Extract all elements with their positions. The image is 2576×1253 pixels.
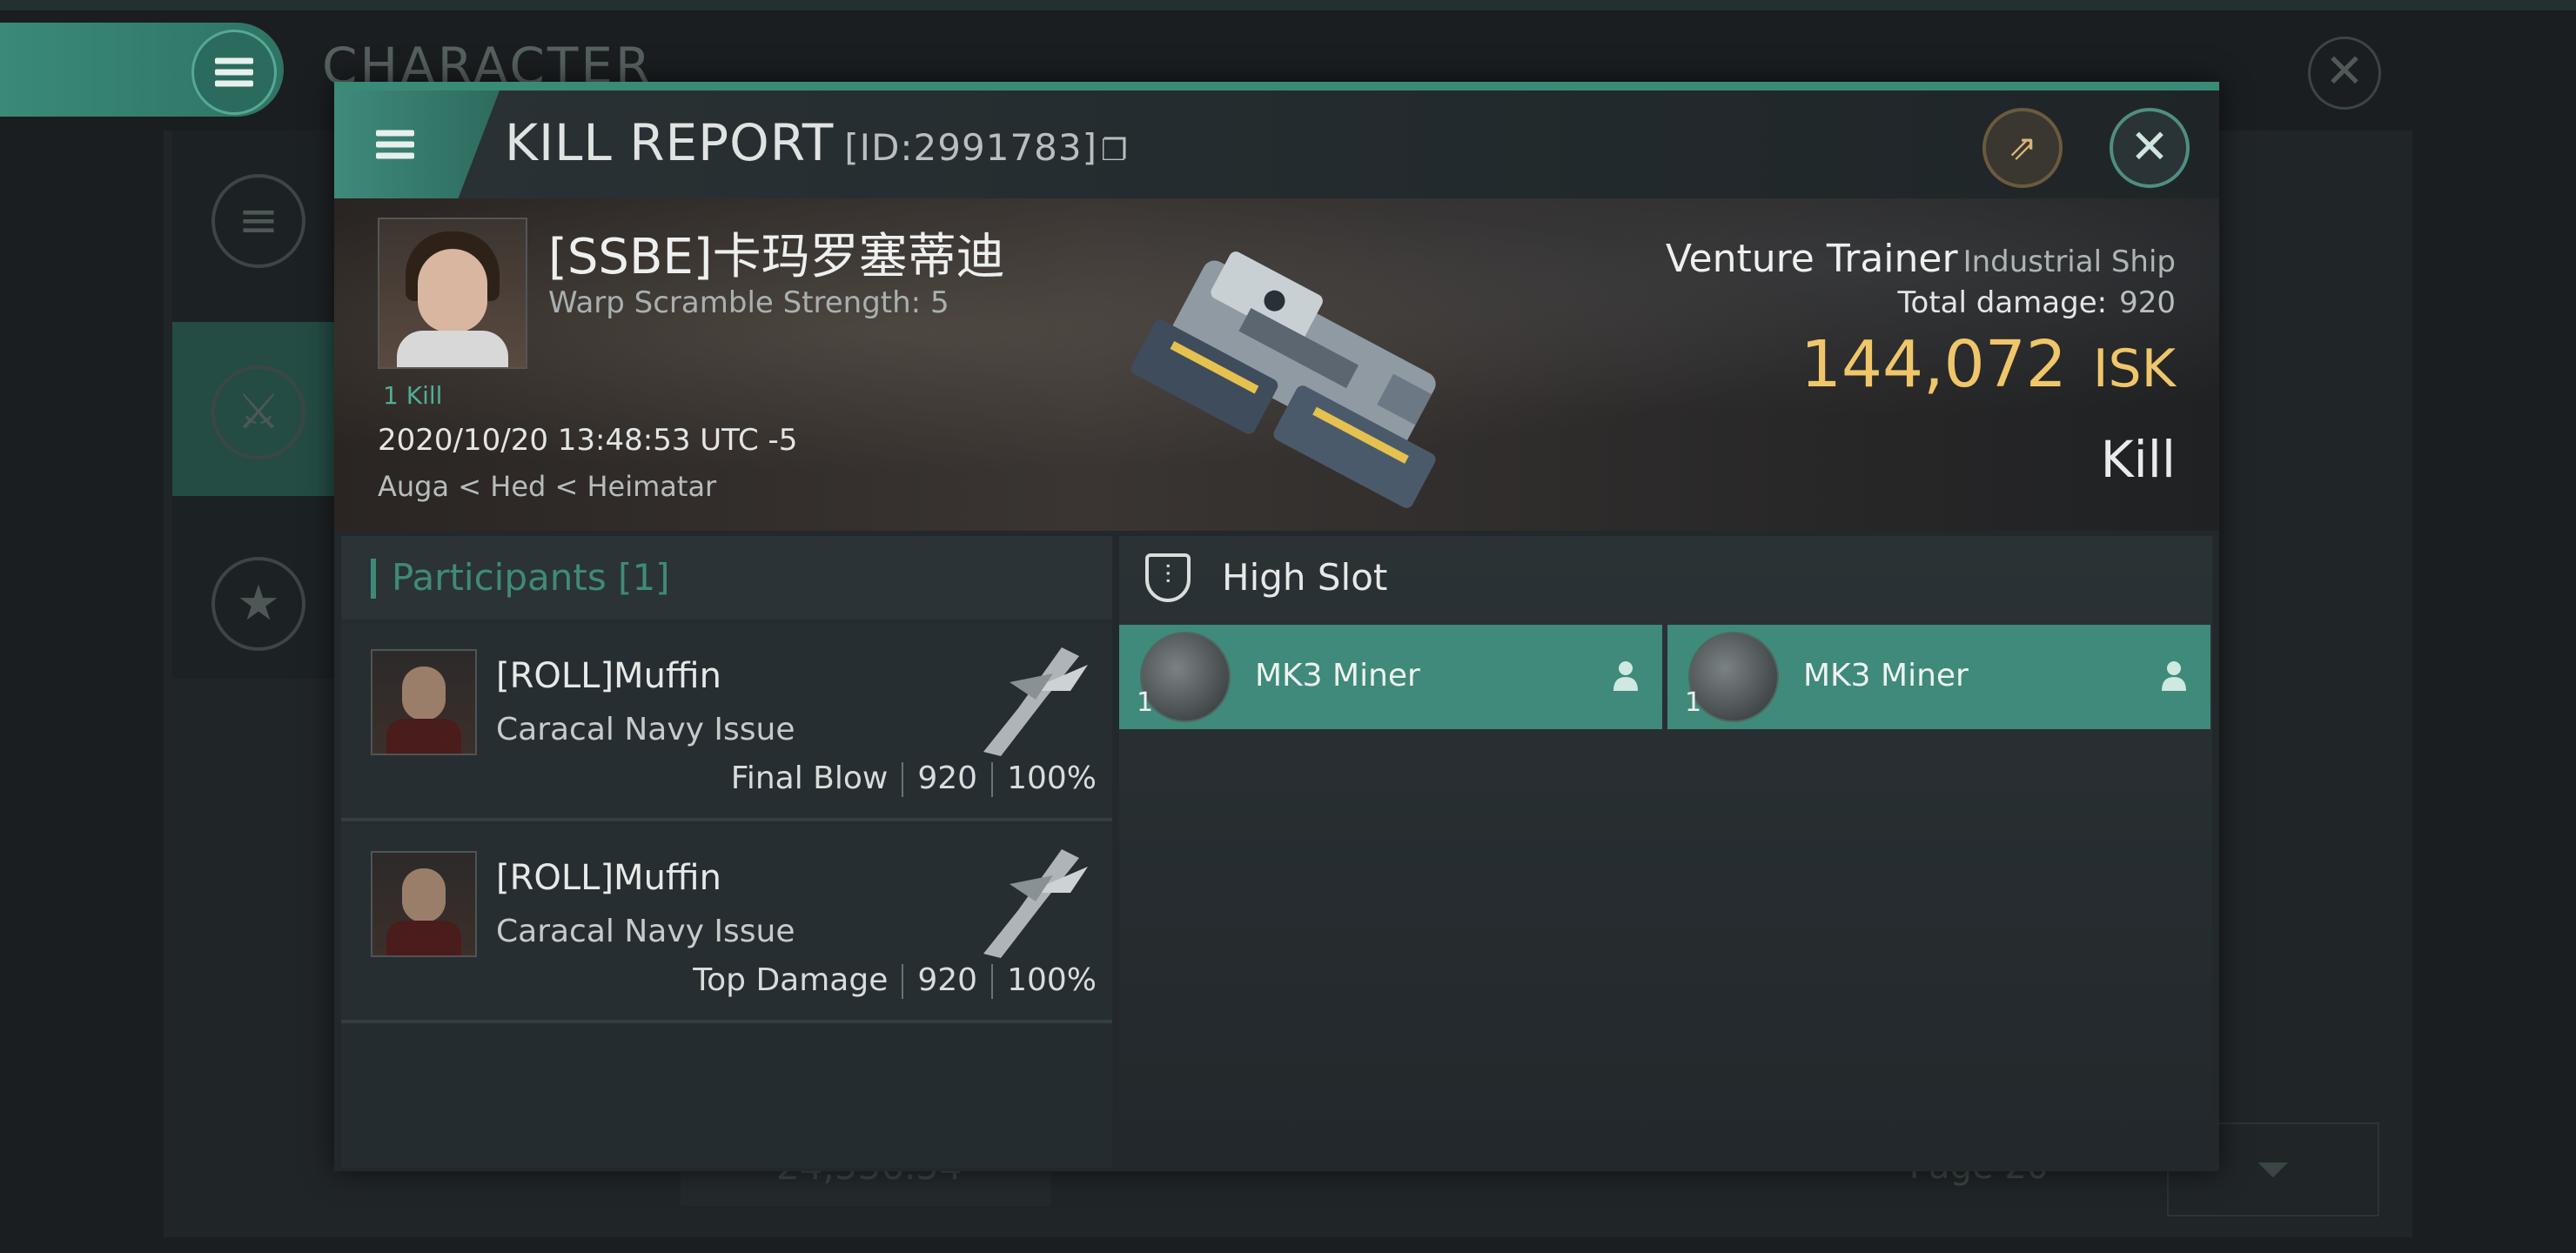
external-link-icon: ⇗ xyxy=(2008,128,2037,168)
title-text: KILL REPORT xyxy=(505,113,835,172)
isk-amount: 144,072 xyxy=(1800,327,2067,402)
participant-percent: 100% xyxy=(1007,761,1097,796)
participant-role: Top Damage xyxy=(693,962,889,998)
kill-banner: [SSBE]卡玛罗塞蒂迪 Warp Scramble Strength: 5 1… xyxy=(334,198,2219,531)
participant-stats: Final Blow 920 100% xyxy=(731,761,1097,797)
isk-value: 144,072 ISK xyxy=(1801,327,2176,402)
kill-datetime: 2020/10/20 13:48:53 UTC -5 xyxy=(378,423,798,458)
result-label: Kill xyxy=(2100,430,2176,489)
window-header: KILL REPORT [ID:2991783] ❐ ⇗ ✕ xyxy=(334,90,2219,198)
participant-ship-image xyxy=(983,849,1088,958)
participant-stats: Top Damage 920 100% xyxy=(693,962,1097,999)
high-slot-header: ⫶ High Slot xyxy=(1119,536,2212,620)
high-slot-icon: ⫶ xyxy=(1145,553,1191,602)
hamburger-icon xyxy=(215,53,253,92)
warp-scramble: Warp Scramble Strength: 5 xyxy=(548,285,949,320)
total-damage: Total damage: 920 xyxy=(1898,285,2176,320)
kill-location[interactable]: Auga < Hed < Heimatar xyxy=(378,470,716,503)
close-icon: ✕ xyxy=(2130,119,2170,174)
participant-row[interactable]: [ROLL]Muffin Caracal Navy Issue Top Dama… xyxy=(341,825,1112,1023)
background-sidebar: ≡ ⚔ ★ xyxy=(172,131,338,679)
total-damage-value: 920 xyxy=(2119,285,2176,320)
ship-name-text: Venture Trainer xyxy=(1665,237,1958,281)
miner-module-icon xyxy=(1140,632,1231,722)
participant-ship: Caracal Navy Issue xyxy=(496,914,795,949)
share-button[interactable]: ⇗ xyxy=(1982,108,2063,188)
participant-row[interactable]: [ROLL]Muffin Caracal Navy Issue Final Bl… xyxy=(341,623,1112,821)
ship-image[interactable] xyxy=(1100,207,1500,520)
module-item[interactable]: 1 MK3 Miner xyxy=(1119,625,1662,729)
participant-avatar[interactable] xyxy=(371,851,477,957)
isk-unit: ISK xyxy=(2092,338,2176,399)
module-name: MK3 Miner xyxy=(1803,658,1969,694)
hamburger-icon xyxy=(376,125,414,164)
participant-ship: Caracal Navy Issue xyxy=(496,712,795,747)
participants-panel: Participants [1] [ROLL]Muffin Caracal Na… xyxy=(341,536,1112,1168)
participant-ship-image xyxy=(983,647,1088,756)
top-bar xyxy=(0,0,2576,10)
person-icon xyxy=(1613,661,1638,691)
crossed-swords-icon: ⚔ xyxy=(211,365,305,459)
person-icon xyxy=(2162,661,2186,691)
sidebar-tab-list[interactable]: ≡ xyxy=(172,131,338,305)
high-slot-label: High Slot xyxy=(1222,556,1388,599)
report-id: [ID:2991783] xyxy=(844,126,1097,169)
participant-percent: 100% xyxy=(1007,962,1097,998)
window-title: KILL REPORT [ID:2991783] ❐ xyxy=(505,113,1128,172)
kill-count: 1 Kill xyxy=(383,381,443,410)
close-button[interactable]: ✕ xyxy=(2110,108,2190,188)
participant-avatar[interactable] xyxy=(371,649,477,755)
ship-class: Industrial Ship xyxy=(1962,245,2176,279)
participant-damage: 920 xyxy=(917,962,978,998)
victim-portrait[interactable] xyxy=(378,218,527,369)
module-quantity: 1 xyxy=(1137,687,1154,718)
sidebar-tab-medals[interactable]: ★ xyxy=(172,513,338,687)
victim-name[interactable]: [SSBE]卡玛罗塞蒂迪 xyxy=(548,218,1005,288)
kill-report-window: KILL REPORT [ID:2991783] ❐ ⇗ ✕ [SSBE]卡玛罗塞蒂… xyxy=(334,82,2219,1171)
module-quantity: 1 xyxy=(1685,687,1702,718)
background-close-icon[interactable]: ✕ xyxy=(2308,37,2381,110)
sidebar-tab-combat[interactable]: ⚔ xyxy=(172,322,338,496)
total-damage-label: Total damage: xyxy=(1897,285,2108,320)
copy-icon[interactable]: ❐ xyxy=(1101,133,1128,168)
participant-name: [ROLL]Muffin xyxy=(496,858,721,898)
window-menu-button[interactable] xyxy=(334,90,500,198)
star-icon: ★ xyxy=(211,557,305,651)
module-name: MK3 Miner xyxy=(1255,658,1420,694)
participant-name: [ROLL]Muffin xyxy=(496,656,721,696)
ship-name[interactable]: Venture Trainer Industrial Ship xyxy=(1666,237,2176,281)
main-menu-button[interactable] xyxy=(0,23,284,117)
module-item[interactable]: 1 MK3 Miner xyxy=(1667,625,2210,729)
fitting-panel: ⫶ High Slot 1 MK3 Miner 1 MK3 Miner xyxy=(1119,536,2212,1168)
participant-role: Final Blow xyxy=(730,761,889,796)
participant-damage: 920 xyxy=(917,761,978,796)
list-icon: ≡ xyxy=(211,174,305,268)
participants-header[interactable]: Participants [1] xyxy=(341,536,1112,620)
miner-module-icon xyxy=(1688,632,1779,722)
